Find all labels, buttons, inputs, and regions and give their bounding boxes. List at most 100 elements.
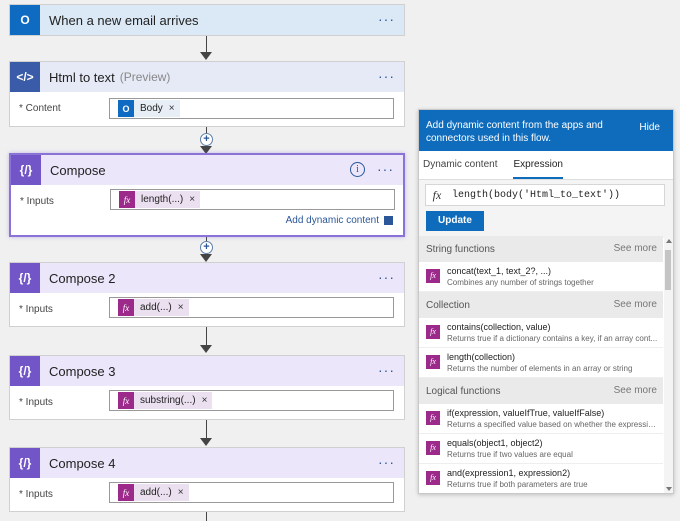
scroll-down-icon[interactable] [666,487,672,491]
fx-icon: fx [119,191,135,208]
tab-expression[interactable]: Expression [513,159,563,179]
connector-line [206,511,207,521]
function-item[interactable]: fx contains(collection, value) Returns t… [419,318,663,348]
scroll-thumb[interactable] [665,250,671,290]
field-label: * Inputs [20,196,54,207]
remove-token-button[interactable]: × [178,302,184,313]
function-item[interactable]: fx length(collection) Returns the number… [419,348,663,378]
function-description: Returns a specified value based on wheth… [447,420,659,429]
function-name: contains(collection, value) [447,322,551,332]
compose-icon: {/} [10,448,40,478]
function-item[interactable]: fx equals(object1, object2) Returns true… [419,434,663,464]
connector-line [206,326,207,346]
panel-message: Add dynamic content from the apps and co… [426,120,603,144]
compose-icon: {/} [11,155,41,185]
outlook-icon: O [118,100,134,117]
fx-icon: fx [426,355,440,369]
token-label: add(...) [140,487,172,498]
compose-card[interactable]: {/} Compose i ··· * Inputs fx length(...… [9,153,405,237]
see-more-link[interactable]: See more [614,243,657,254]
expression-input[interactable]: fx length(body('Html_to_text')) [425,184,665,206]
more-options-button[interactable]: ··· [378,362,395,378]
expression-token[interactable]: fx add(...) × [118,299,189,316]
more-options-button[interactable]: ··· [378,454,395,470]
section-title: String functions [426,244,495,255]
remove-token-button[interactable]: × [189,194,195,205]
function-description: Returns true if two values are equal [447,450,573,459]
function-description: Combines any number of strings together [447,278,594,287]
html-to-text-icon: </> [10,62,40,92]
token-label: Body [140,103,163,114]
connector-arrow [200,52,212,60]
fx-icon: fx [426,269,440,283]
fx-icon: fx [118,484,134,501]
tab-dynamic-content[interactable]: Dynamic content [423,159,497,179]
expression-text: length(body('Html_to_text')) [452,189,621,201]
trigger-card[interactable]: O When a new email arrives ··· [9,4,405,36]
function-name: length(collection) [447,352,516,362]
section-title: Logical functions [426,386,501,397]
dynamic-content-panel: Add dynamic content from the apps and co… [418,109,674,494]
insert-step-button[interactable]: + [200,133,213,146]
function-item[interactable]: fx concat(text_1, text_2?, ...) Combines… [419,262,663,292]
card-title: When a new email arrives [49,12,199,28]
see-more-link[interactable]: See more [614,385,657,396]
function-description: Returns the number of elements in an arr… [447,364,633,373]
token-label: length(...) [141,194,184,205]
scrollbar[interactable] [664,236,673,493]
expression-editor: fx length(body('Html_to_text')) Update [419,180,673,238]
function-name: equals(object1, object2) [447,438,543,448]
function-name: if(expression, valueIfTrue, valueIfFalse… [447,408,605,418]
more-options-button[interactable]: ··· [377,161,394,177]
more-options-button[interactable]: ··· [378,269,395,285]
card-title: Compose 2 [49,270,116,286]
connector-line [206,419,207,439]
insert-step-button[interactable]: + [200,241,213,254]
hide-panel-button[interactable]: Hide [639,121,660,134]
field-label: * Inputs [19,397,53,408]
fx-icon: fx [426,411,440,425]
field-label: * Content [19,103,61,114]
more-options-button[interactable]: ··· [378,11,395,27]
function-item[interactable]: fx and(expression1, expression2) Returns… [419,464,663,493]
html-to-text-card[interactable]: </> Html to text (Preview) ··· * Content… [9,61,405,127]
compose-3-card[interactable]: {/} Compose 3 ··· * Inputs fx substring(… [9,355,405,420]
see-more-link[interactable]: See more [614,299,657,310]
remove-token-button[interactable]: × [178,487,184,498]
card-title: Compose 4 [49,455,116,471]
inputs-field[interactable]: fx substring(...) × [109,390,394,411]
more-options-button[interactable]: ··· [378,68,395,84]
connector-line [206,34,207,53]
function-name: and(expression1, expression2) [447,468,571,478]
section-header: Logical functions See more [419,378,663,404]
fx-icon: fx [426,471,440,485]
inputs-field[interactable]: fx add(...) × [109,297,394,318]
body-token[interactable]: O Body × [118,100,180,117]
update-button[interactable]: Update [426,211,484,231]
section-header: String functions See more [419,236,663,262]
expression-token[interactable]: fx add(...) × [118,484,189,501]
compose-icon: {/} [10,263,40,293]
function-name: concat(text_1, text_2?, ...) [447,266,552,276]
info-icon[interactable]: i [350,162,365,177]
compose-2-card[interactable]: {/} Compose 2 ··· * Inputs fx add(...) × [9,262,405,327]
content-field[interactable]: O Body × [109,98,394,119]
token-label: add(...) [140,302,172,313]
expression-token[interactable]: fx length(...) × [119,191,201,208]
expression-token[interactable]: fx substring(...) × [118,392,213,409]
function-list: String functions See more fx concat(text… [419,236,663,493]
function-item[interactable]: fx if(expression, valueIfTrue, valueIfFa… [419,404,663,434]
remove-token-button[interactable]: × [202,395,208,406]
function-description: Returns true if both parameters are true [447,480,588,489]
add-dynamic-content-link[interactable]: Add dynamic content [286,215,393,226]
connector-arrow [200,345,212,353]
scroll-up-icon[interactable] [666,239,672,243]
inputs-field[interactable]: fx length(...) × [110,189,395,210]
compose-4-card[interactable]: {/} Compose 4 ··· * Inputs fx add(...) × [9,447,405,512]
add-dynamic-label: Add dynamic content [285,215,379,226]
inputs-field[interactable]: fx add(...) × [109,482,394,503]
field-label: * Inputs [19,304,53,315]
card-title: Html to text [49,69,115,85]
remove-token-button[interactable]: × [169,103,175,114]
panel-header: Add dynamic content from the apps and co… [419,110,673,151]
